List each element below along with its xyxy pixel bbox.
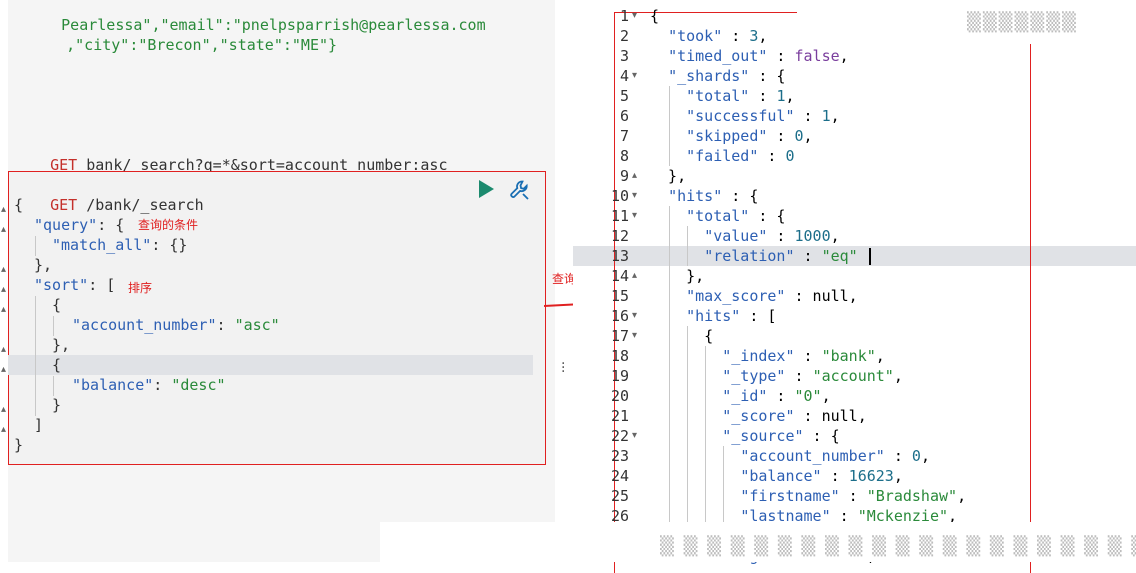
json-account-number-line: "account_number": "asc" bbox=[72, 316, 280, 334]
active-line-highlight bbox=[8, 355, 533, 375]
previous-output-fragment-2: ,"city":"Brecon","state":"ME"} bbox=[66, 36, 338, 54]
json-brace: } bbox=[14, 436, 24, 454]
response-json-line: "max_score" : null, bbox=[686, 287, 858, 305]
response-json-line: "hits" : { bbox=[668, 187, 759, 205]
response-json-line: }, bbox=[650, 167, 687, 185]
watermark-overlay: ▒▒▒▒▒▒▒ bbox=[797, 4, 1136, 44]
json-brace: } bbox=[52, 396, 62, 414]
response-json-line: "skipped" : 0, bbox=[686, 127, 813, 145]
indent-guide bbox=[53, 316, 54, 336]
line-number: 10 bbox=[610, 187, 629, 205]
fold-marker-icon[interactable]: ▾ bbox=[632, 431, 638, 441]
line-number: 24 bbox=[610, 467, 629, 485]
http-method: GET bbox=[50, 196, 78, 214]
fold-marker-icon[interactable]: ▴ bbox=[1, 265, 7, 275]
fold-marker-icon[interactable]: ▴ bbox=[1, 285, 7, 295]
response-json-line: "firstname" : "Bradshaw", bbox=[740, 487, 967, 505]
fold-marker-icon[interactable]: ▾ bbox=[632, 191, 638, 201]
wrench-icon[interactable] bbox=[508, 178, 532, 202]
fold-marker-icon[interactable]: ▾ bbox=[632, 211, 638, 221]
line-number: 3 bbox=[619, 47, 629, 65]
indent-guide bbox=[35, 296, 36, 416]
json-brace: { bbox=[52, 356, 62, 374]
response-json-line: "successful" : 1, bbox=[686, 107, 840, 125]
line-number: 15 bbox=[610, 287, 629, 305]
fold-marker-icon[interactable]: ▴ bbox=[632, 271, 638, 281]
response-json-line: "_index" : "bank", bbox=[722, 347, 885, 365]
response-json-line: "value" : 1000, bbox=[704, 227, 840, 245]
annotation-query-condition: 查询的条件 bbox=[138, 218, 199, 232]
response-json-line: "failed" : 0 bbox=[686, 147, 795, 165]
fold-marker-icon[interactable]: ▾ bbox=[632, 311, 638, 321]
indent-guide bbox=[669, 206, 670, 562]
fold-marker-icon[interactable]: ▴ bbox=[1, 225, 7, 235]
fold-marker-icon[interactable]: ▴ bbox=[1, 365, 7, 375]
line-number: 5 bbox=[619, 87, 629, 105]
line-number: 16 bbox=[610, 307, 629, 325]
fold-marker-icon[interactable]: ▴ bbox=[632, 171, 638, 181]
response-json-line: { bbox=[650, 327, 714, 345]
response-json-line: "_source" : { bbox=[722, 427, 840, 445]
text-cursor bbox=[869, 248, 871, 265]
run-request-button[interactable] bbox=[479, 180, 494, 198]
json-brace: }, bbox=[34, 256, 53, 274]
fold-marker-icon[interactable]: ▴ bbox=[1, 405, 7, 415]
response-json-line: "timed_out" : false, bbox=[668, 47, 849, 65]
watermark-overlay: ▒ ▒ ▒ ▒ ▒ ▒ ▒ ▒ ▒ ▒ ▒ ▒ ▒ ▒ ▒ ▒ ▒ ▒ ▒ ▒ … bbox=[380, 522, 1136, 562]
response-json-line: "_shards" : { bbox=[668, 67, 786, 85]
line-number: 17 bbox=[610, 327, 629, 345]
json-query-line: "query": { bbox=[34, 216, 125, 234]
response-json-line: "account_number" : 0, bbox=[740, 447, 930, 465]
json-bracket: ] bbox=[34, 416, 44, 434]
indent-guide bbox=[669, 86, 670, 166]
response-json-line: "total" : 1, bbox=[686, 87, 795, 105]
fold-marker-icon[interactable]: ▴ bbox=[1, 205, 7, 215]
response-json-line: "total" : { bbox=[686, 207, 786, 225]
line-number: 21 bbox=[610, 407, 629, 425]
fold-marker-icon[interactable]: ▴ bbox=[1, 345, 7, 355]
response-json-line: { bbox=[650, 7, 660, 25]
response-json-line: }, bbox=[650, 267, 705, 285]
resize-handle-icon[interactable]: · · · bbox=[561, 357, 565, 379]
fold-marker-icon[interactable]: ▴ bbox=[1, 305, 7, 315]
annotation-sort: 排序 bbox=[128, 281, 153, 295]
kibana-dev-tools-console: Pearlessa","email":"pnelpsparrish@pearle… bbox=[0, 0, 1136, 573]
line-number: 14 bbox=[610, 267, 629, 285]
line-number: 19 bbox=[610, 367, 629, 385]
line-number: 18 bbox=[610, 347, 629, 365]
line-number: 12 bbox=[610, 227, 629, 245]
indent-guide bbox=[35, 236, 36, 256]
line-number: 8 bbox=[619, 147, 629, 165]
fold-marker-icon[interactable]: ▴ bbox=[1, 425, 7, 435]
line-number: 11 bbox=[610, 207, 629, 225]
line-number: 4 bbox=[619, 67, 629, 85]
json-brace: { bbox=[52, 296, 62, 314]
response-json-line: "took" : 3, bbox=[668, 27, 768, 45]
response-json-line: "_score" : null, bbox=[722, 407, 867, 425]
line-number: 22 bbox=[610, 427, 629, 445]
fold-marker-icon[interactable]: ▾ bbox=[632, 71, 638, 81]
indent-guide bbox=[687, 226, 688, 266]
response-json-line: "_id" : "0", bbox=[722, 387, 831, 405]
line-number: 9 bbox=[619, 167, 629, 185]
json-brace: { bbox=[14, 196, 24, 214]
indent-guide bbox=[53, 376, 54, 396]
request-url: /bank/_search bbox=[86, 196, 204, 214]
line-number: 2 bbox=[619, 27, 629, 45]
json-brace: }, bbox=[52, 336, 71, 354]
line-number: 23 bbox=[610, 447, 629, 465]
line-number: 7 bbox=[619, 127, 629, 145]
json-sort-line: "sort": [ bbox=[34, 276, 116, 294]
line-number: 6 bbox=[619, 107, 629, 125]
fold-marker-icon[interactable]: ▾ bbox=[632, 11, 638, 21]
line-number: 20 bbox=[610, 387, 629, 405]
line-number: 13 bbox=[610, 247, 629, 265]
response-json-line: "relation" : "eq" bbox=[704, 247, 858, 265]
fold-marker-icon[interactable]: ▾ bbox=[632, 331, 638, 341]
line-number: 1 bbox=[619, 7, 629, 25]
json-match-all-line: "match_all": {} bbox=[52, 236, 188, 254]
line-number: 25 bbox=[610, 487, 629, 505]
json-balance-line: "balance": "desc" bbox=[72, 376, 226, 394]
